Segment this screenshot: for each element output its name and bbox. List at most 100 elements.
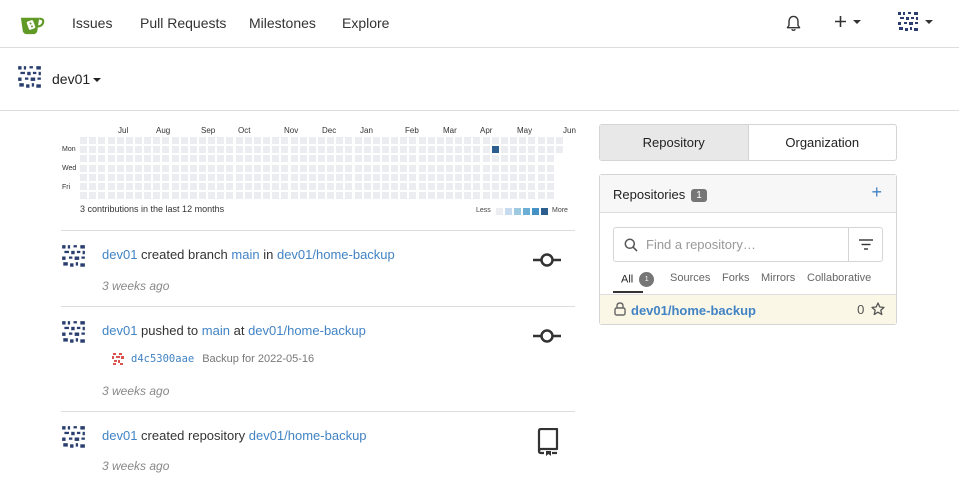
heatmap-day-cell [519,164,527,172]
gitea-logo-icon[interactable] [18,10,45,37]
heatmap-day-cell [400,173,408,181]
nav-milestones[interactable]: Milestones [249,15,316,31]
avatar[interactable] [61,425,86,450]
feed-ref-link[interactable]: main [231,247,259,262]
heatmap-day-cell [80,137,87,144]
heatmap-day-cell [308,173,316,181]
commit-sha-link[interactable]: d4c5300aae [131,353,194,365]
heatmap-day-cell [336,173,344,181]
heatmap-month-label: Mar [443,126,457,135]
tab-all[interactable]: All 1 [621,272,655,287]
heatmap-day-cell [546,191,554,199]
heatmap-day-cell [80,182,87,190]
heatmap-month-label: May [517,126,533,135]
heatmap-day-cell [272,182,280,190]
heatmap-day-cell [290,173,298,181]
feed-repo-link[interactable]: dev01/home-backup [277,247,395,262]
bell-icon[interactable] [786,15,801,32]
heatmap-day-cell [226,155,234,163]
nav-issues[interactable]: Issues [72,15,112,31]
heatmap-day-cell [244,173,252,181]
heatmap-day-cell [455,155,463,163]
heatmap-day-cell [436,182,444,190]
heatmap-day-cell [189,191,197,199]
tab-forks[interactable]: Forks [722,272,750,284]
heatmap-day-cell [299,182,307,190]
feed-repo-link[interactable]: dev01/home-backup [248,323,366,338]
context-switcher[interactable]: dev01 [52,71,102,87]
heatmap-day-cell [482,182,490,190]
heatmap-day-cell [144,182,151,190]
heatmap-day-cell [162,182,170,190]
heatmap-month-label: Apr [480,126,493,135]
heatmap-day-cell [519,173,527,181]
heatmap-day-label: Mon [62,146,76,153]
heatmap-day-cell [418,191,426,199]
heatmap-day-cell [537,182,545,190]
heatmap-day-cell [455,137,463,144]
nav-pull-requests[interactable]: Pull Requests [140,15,226,31]
tab-sources[interactable]: Sources [670,272,710,284]
heatmap-day-cell [528,191,536,199]
heatmap-day-cell [345,164,353,172]
user-menu[interactable] [897,11,933,33]
heatmap-day-cell [281,137,289,144]
heatmap-day-cell [208,164,216,172]
heatmap-day-cell [546,146,554,154]
organization-tab-button[interactable]: Organization [749,125,897,160]
heatmap-day-cell [189,173,197,181]
heatmap-day-cell [482,191,490,199]
nav-explore[interactable]: Explore [342,15,389,31]
feed-ref-link[interactable]: main [202,323,230,338]
repository-link[interactable]: dev01/home-backup [631,303,756,318]
heatmap-day-cell [436,191,444,199]
repository-tab-button[interactable]: Repository [600,125,749,160]
heatmap-day-cell [180,191,188,199]
heatmap-day-cell [427,146,435,154]
heatmap-day-cell [89,182,97,190]
heatmap-day-cell [409,191,417,199]
feed-user-link[interactable]: dev01 [102,247,137,262]
create-new-menu[interactable] [834,13,861,28]
feed-repo-link[interactable]: dev01/home-backup [249,428,367,443]
avatar[interactable] [61,320,86,345]
heatmap-day-cell [198,137,206,144]
heatmap-day-cell [235,155,243,163]
heatmap-day-cell [208,146,216,154]
heatmap-day-cell [217,146,225,154]
heatmap-day-cell [418,173,426,181]
heatmap-day-cell [235,191,243,199]
heatmap-day-cell [217,173,225,181]
heatmap-day-cell [116,191,124,199]
tab-mirrors[interactable]: Mirrors [761,272,795,284]
heatmap-day-cell [253,173,261,181]
heatmap-day-cell [107,164,115,172]
heatmap-day-cell [263,146,270,154]
add-repository-button[interactable]: + [871,182,882,203]
heatmap-day-cell [144,155,151,163]
heatmap-day-cell [336,146,344,154]
repository-search-input[interactable] [646,228,846,261]
tab-collaborative[interactable]: Collaborative [807,272,871,284]
heatmap-day-cell [327,137,335,144]
heatmap-day-cell [134,173,142,181]
heatmap-day-cell [180,173,188,181]
heatmap-day-cell [80,173,87,181]
feed-item-text: dev01 pushed to main at dev01/home-backu… [102,323,366,338]
heatmap-day-cell [107,173,115,181]
repository-list-item[interactable]: dev01/home-backup 0 [600,294,896,324]
heatmap-day-cell [253,191,261,199]
heatmap-day-cell [171,164,179,172]
heatmap-month-label: Feb [405,126,419,135]
filter-button[interactable] [848,228,882,261]
heatmap-day-cell [299,173,307,181]
heatmap-day-cell [89,164,97,172]
heatmap-day-cell [336,182,344,190]
feed-user-link[interactable]: dev01 [102,428,137,443]
heatmap-day-cell [253,146,261,154]
heatmap-day-cell [116,164,124,172]
feed-user-link[interactable]: dev01 [102,323,137,338]
avatar[interactable] [61,244,86,269]
heatmap-day-cell [263,164,270,172]
heatmap-day-cell [473,173,481,181]
